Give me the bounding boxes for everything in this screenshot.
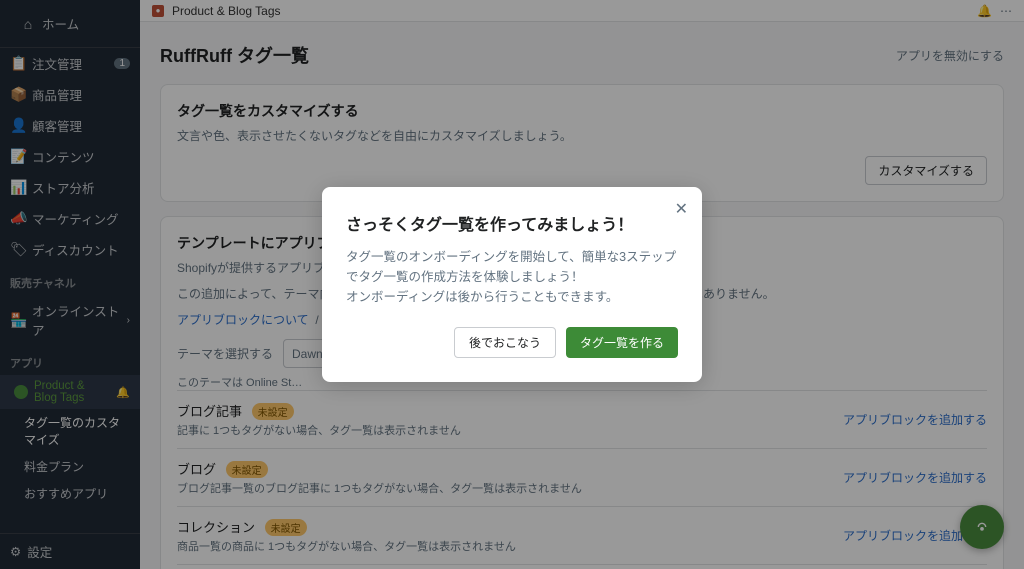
modal-title: さっそくタグ一覧を作ってみましょう！ [346,211,678,235]
modal-cancel-button[interactable]: 後でおこなう [454,327,556,358]
modal-confirm-button[interactable]: タグ一覧を作る [566,327,678,358]
modal-close-button[interactable]: ✕ [675,199,688,219]
modal-overlay: ✕ さっそくタグ一覧を作ってみましょう！ タグ一覧のオンボーディングを開始して、… [0,0,1024,569]
modal: ✕ さっそくタグ一覧を作ってみましょう！ タグ一覧のオンボーディングを開始して、… [322,187,702,382]
modal-footer: 後でおこなう タグ一覧を作る [346,327,678,358]
modal-body: タグ一覧のオンボーディングを開始して、簡単な3ステップでタグ一覧の作成方法を体験… [346,247,678,307]
